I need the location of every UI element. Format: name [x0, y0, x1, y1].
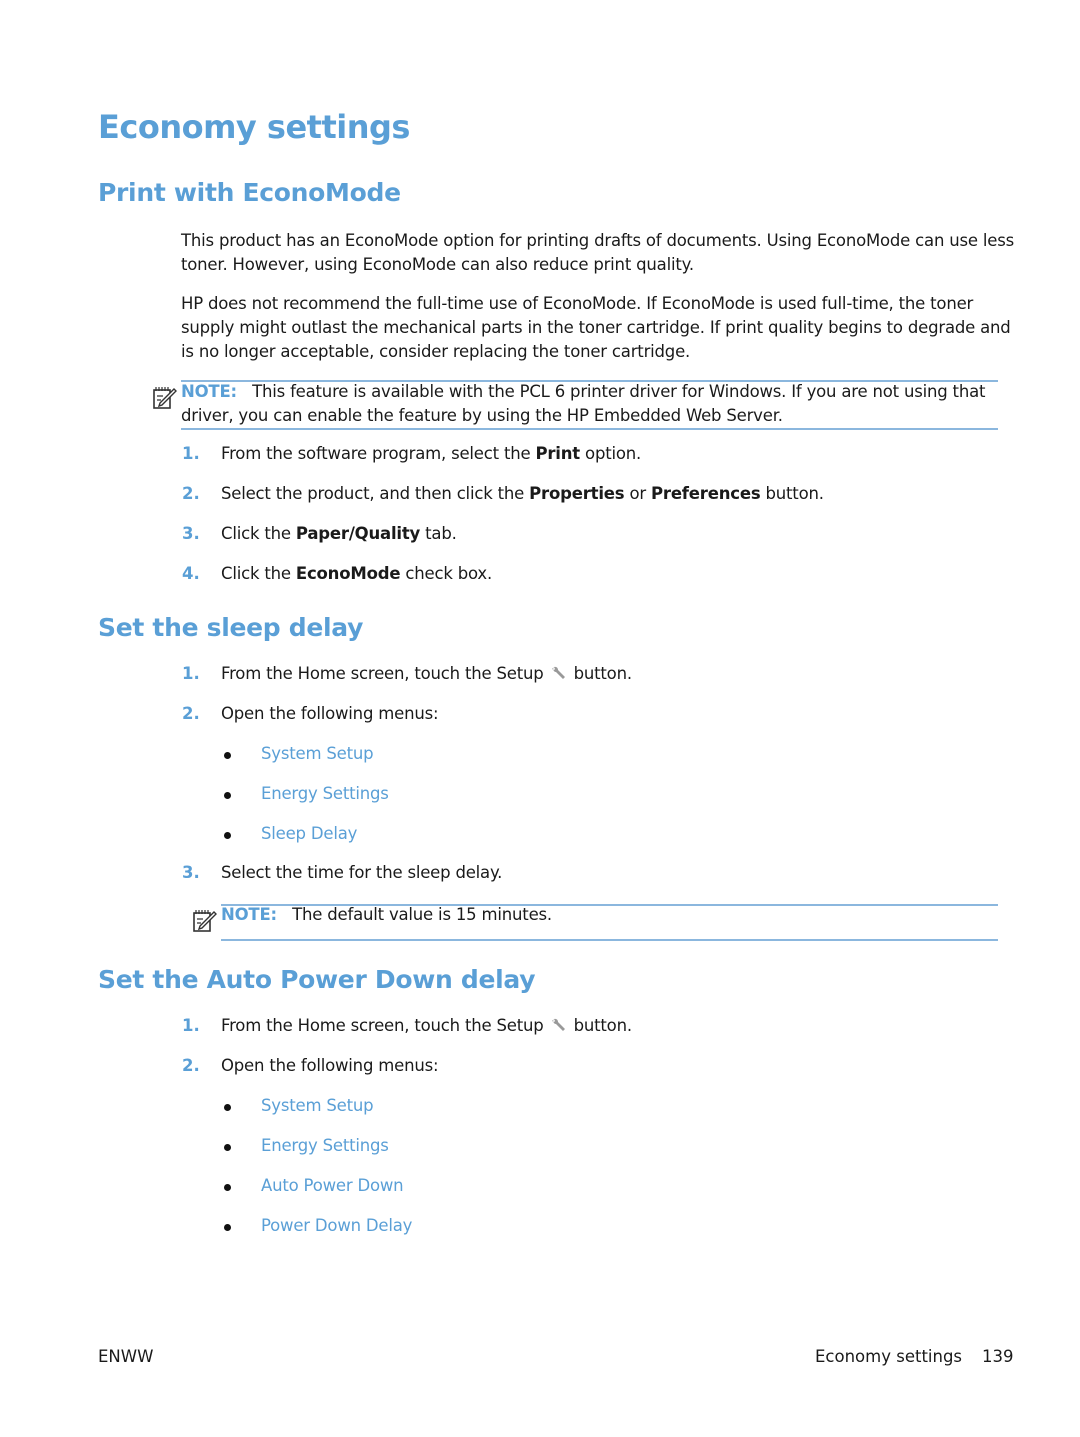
note-rule-bottom [181, 428, 998, 430]
menu-link-system-setup[interactable]: System Setup [261, 744, 374, 763]
footer-section: Economy settings [815, 1347, 963, 1366]
econo-step-1: 1. From the software program, select the… [182, 444, 641, 463]
step-number: 4. [182, 564, 200, 583]
bullet-icon [224, 832, 231, 839]
note-icon [152, 385, 178, 415]
apd-step-2: 2. Open the following menus: [182, 1056, 439, 1075]
step-number: 3. [182, 863, 200, 882]
note-label: NOTE: [181, 382, 237, 401]
step-number: 1. [182, 664, 200, 683]
wrench-icon [551, 1017, 567, 1037]
step-number: 1. [182, 1016, 200, 1035]
step-text: Open the following menus: [221, 704, 439, 723]
econo-paragraph-2: HP does not recommend the full-time use … [181, 292, 1011, 364]
section-heading-sleep: Set the sleep delay [98, 613, 364, 642]
section-heading-apd: Set the Auto Power Down delay [98, 965, 536, 994]
bullet-icon [224, 1224, 231, 1231]
note-icon [192, 908, 218, 938]
menu-link-energy-settings[interactable]: Energy Settings [261, 784, 389, 803]
text-line: This product has an EconoMode option for… [181, 231, 1015, 250]
econo-step-2: 2. Select the product, and then click th… [182, 484, 824, 503]
econo-note: NOTE: This feature is available with the… [181, 380, 1001, 428]
step-text: Click the EconoMode check box. [221, 564, 492, 583]
sleep-step-1: 1. From the Home screen, touch the Setup… [182, 664, 632, 683]
econo-step-4: 4. Click the EconoMode check box. [182, 564, 492, 583]
bullet-icon [224, 1144, 231, 1151]
step-text: From the Home screen, touch the Setup bu… [221, 664, 632, 685]
bullet-icon [224, 1104, 231, 1111]
page-number: 139 [982, 1347, 1014, 1366]
text-line: toner. However, using EconoMode can also… [181, 255, 694, 274]
sleep-step-3: 3. Select the time for the sleep delay. [182, 863, 502, 882]
step-text: Click the Paper/Quality tab. [221, 524, 457, 543]
bullet-icon [224, 792, 231, 799]
step-number: 2. [182, 484, 200, 503]
section-heading-econo: Print with EconoMode [98, 178, 401, 207]
step-text: From the Home screen, touch the Setup bu… [221, 1016, 632, 1037]
menu-link-system-setup[interactable]: System Setup [261, 1096, 374, 1115]
step-text: Select the product, and then click the P… [221, 484, 824, 503]
bullet-icon [224, 752, 231, 759]
note-rule-bottom [221, 939, 998, 941]
step-number: 2. [182, 1056, 200, 1075]
wrench-icon [551, 665, 567, 685]
apd-step-1: 1. From the Home screen, touch the Setup… [182, 1016, 632, 1035]
sleep-step-2: 2. Open the following menus: [182, 704, 439, 723]
step-number: 3. [182, 524, 200, 543]
step-number: 1. [182, 444, 200, 463]
menu-link-sleep-delay[interactable]: Sleep Delay [261, 824, 357, 843]
page-title: Economy settings [98, 108, 410, 146]
note-text: driver, you can enable the feature by us… [181, 406, 783, 425]
sleep-note: NOTE: The default value is 15 minutes. [221, 903, 552, 927]
econo-paragraph-1: This product has an EconoMode option for… [181, 229, 1014, 277]
step-text: Select the time for the sleep delay. [221, 863, 503, 882]
step-text: From the software program, select the Pr… [221, 444, 642, 463]
text-line: HP does not recommend the full-time use … [181, 294, 974, 313]
menu-link-auto-power-down[interactable]: Auto Power Down [261, 1176, 404, 1195]
menu-link-power-down-delay[interactable]: Power Down Delay [261, 1216, 412, 1235]
note-text: This feature is available with the PCL 6… [252, 382, 986, 401]
note-label: NOTE: [221, 905, 277, 924]
text-line: supply might outlast the mechanical part… [181, 318, 1011, 337]
bullet-icon [224, 1184, 231, 1191]
econo-step-3: 3. Click the Paper/Quality tab. [182, 524, 457, 543]
text-line: is no longer acceptable, consider replac… [181, 342, 691, 361]
note-text: The default value is 15 minutes. [292, 905, 552, 924]
menu-link-energy-settings[interactable]: Energy Settings [261, 1136, 389, 1155]
step-text: Open the following menus: [221, 1056, 439, 1075]
step-number: 2. [182, 704, 200, 723]
footer-left: ENWW [98, 1347, 154, 1366]
